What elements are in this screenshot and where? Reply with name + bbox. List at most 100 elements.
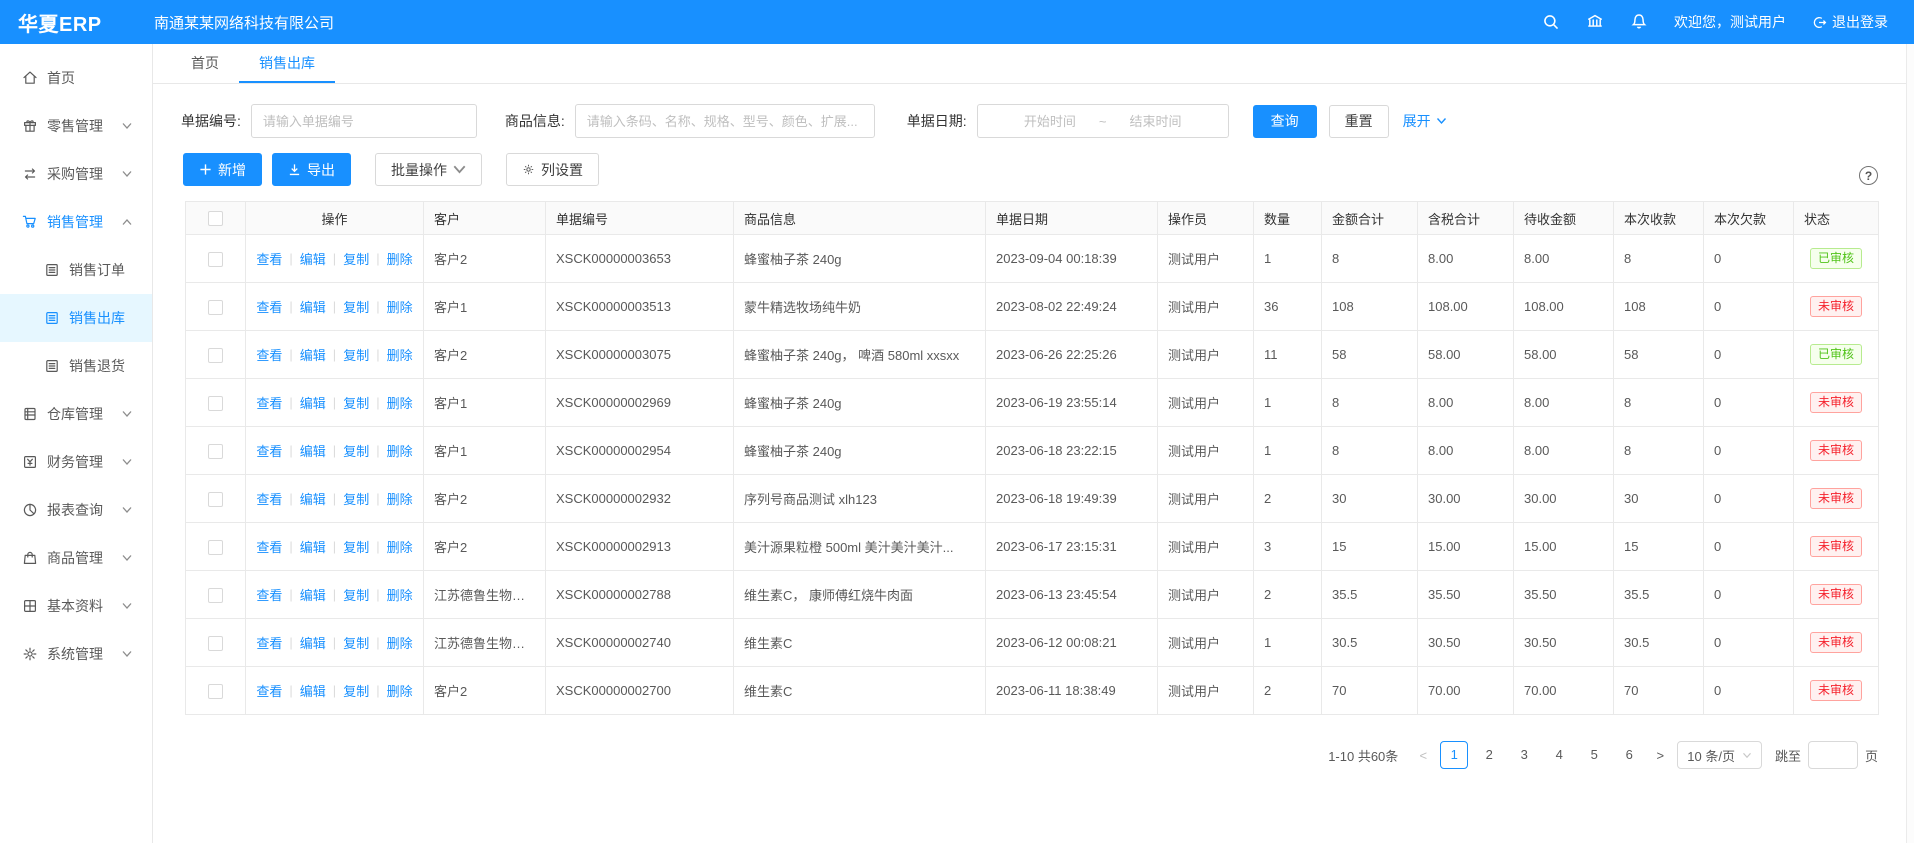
page-button-2[interactable]: 2: [1475, 741, 1503, 769]
view-link[interactable]: 查看: [256, 537, 282, 556]
copy-link[interactable]: 复制: [343, 249, 369, 268]
edit-link[interactable]: 编辑: [300, 489, 326, 508]
bill-no-input[interactable]: [251, 104, 477, 138]
jump-page-input[interactable]: [1808, 741, 1858, 769]
tab-sales-outbound[interactable]: 销售出库: [239, 44, 335, 83]
page-size-select[interactable]: 10 条/页: [1677, 741, 1762, 769]
batch-actions-button[interactable]: 批量操作: [375, 153, 482, 186]
product-info-input[interactable]: [575, 104, 875, 138]
page-button-5[interactable]: 5: [1580, 741, 1608, 769]
help-icon[interactable]: ?: [1859, 166, 1878, 185]
page-button-6[interactable]: 6: [1615, 741, 1643, 769]
add-button[interactable]: 新增: [183, 153, 262, 186]
sidebar-item-purchase-management[interactable]: 采购管理: [0, 150, 152, 198]
edit-link[interactable]: 编辑: [300, 633, 326, 652]
row-checkbox[interactable]: [208, 396, 223, 411]
row-checkbox[interactable]: [208, 540, 223, 555]
delete-link[interactable]: 删除: [387, 249, 413, 268]
edit-link[interactable]: 编辑: [300, 585, 326, 604]
sidebar-item-retail-management[interactable]: 零售管理: [0, 102, 152, 150]
sidebar-item-home[interactable]: 首页: [0, 54, 152, 102]
table-row: 查看|编辑|复制|删除江苏德鲁生物科...XSCK00000002740维生素C…: [186, 619, 1879, 667]
bell-icon[interactable]: [1630, 13, 1648, 31]
edit-link[interactable]: 编辑: [300, 249, 326, 268]
page-button-3[interactable]: 3: [1510, 741, 1538, 769]
view-link[interactable]: 查看: [256, 297, 282, 316]
delete-link[interactable]: 删除: [387, 633, 413, 652]
export-button[interactable]: 导出: [272, 153, 351, 186]
edit-link[interactable]: 编辑: [300, 537, 326, 556]
page-button-4[interactable]: 4: [1545, 741, 1573, 769]
search-button[interactable]: 查询: [1253, 105, 1317, 138]
page-button-1[interactable]: 1: [1440, 741, 1468, 769]
row-checkbox[interactable]: [208, 300, 223, 315]
delete-link[interactable]: 删除: [387, 489, 413, 508]
bill-date-range[interactable]: ~: [977, 104, 1229, 138]
delete-link[interactable]: 删除: [387, 585, 413, 604]
cell-bill-no: XSCK00000002913: [546, 523, 734, 571]
tab-home[interactable]: 首页: [171, 44, 239, 83]
view-link[interactable]: 查看: [256, 633, 282, 652]
copy-link[interactable]: 复制: [343, 345, 369, 364]
date-end-input[interactable]: [1120, 114, 1190, 129]
delete-link[interactable]: 删除: [387, 537, 413, 556]
search-icon[interactable]: [1542, 13, 1560, 31]
cell-customer: 客户1: [424, 283, 546, 331]
expand-link[interactable]: 展开: [1403, 111, 1447, 131]
column-settings-button[interactable]: 列设置: [506, 153, 599, 186]
sidebar-item-goods-management[interactable]: 商品管理: [0, 534, 152, 582]
reset-button[interactable]: 重置: [1329, 105, 1389, 138]
sidebar-item-basic-data[interactable]: 基本资料: [0, 582, 152, 630]
view-link[interactable]: 查看: [256, 249, 282, 268]
view-link[interactable]: 查看: [256, 681, 282, 700]
copy-link[interactable]: 复制: [343, 633, 369, 652]
copy-link[interactable]: 复制: [343, 441, 369, 460]
sidebar-item-report-query[interactable]: 报表查询: [0, 486, 152, 534]
edit-link[interactable]: 编辑: [300, 681, 326, 700]
delete-link[interactable]: 删除: [387, 441, 413, 460]
row-checkbox[interactable]: [208, 636, 223, 651]
edit-link[interactable]: 编辑: [300, 393, 326, 412]
row-checkbox[interactable]: [208, 252, 223, 267]
view-link[interactable]: 查看: [256, 489, 282, 508]
select-all-checkbox[interactable]: [208, 211, 223, 226]
view-link[interactable]: 查看: [256, 393, 282, 412]
view-link[interactable]: 查看: [256, 345, 282, 364]
copy-link[interactable]: 复制: [343, 585, 369, 604]
delete-link[interactable]: 删除: [387, 681, 413, 700]
copy-link[interactable]: 复制: [343, 393, 369, 412]
sidebar-item-sales-outbound[interactable]: 销售出库: [0, 294, 152, 342]
row-checkbox[interactable]: [208, 348, 223, 363]
view-link[interactable]: 查看: [256, 585, 282, 604]
row-checkbox[interactable]: [208, 492, 223, 507]
table-row: 查看|编辑|复制|删除客户2XSCK00000003075蜂蜜柚子茶 240g，…: [186, 331, 1879, 379]
edit-link[interactable]: 编辑: [300, 297, 326, 316]
delete-link[interactable]: 删除: [387, 297, 413, 316]
row-checkbox[interactable]: [208, 444, 223, 459]
edit-link[interactable]: 编辑: [300, 345, 326, 364]
copy-link[interactable]: 复制: [343, 537, 369, 556]
view-link[interactable]: 查看: [256, 441, 282, 460]
sidebar-item-warehouse-management[interactable]: 仓库管理: [0, 390, 152, 438]
logout-button[interactable]: 退出登录: [1812, 12, 1888, 32]
sidebar-item-finance-management[interactable]: 财务管理: [0, 438, 152, 486]
next-page-button[interactable]: >: [1650, 748, 1670, 763]
copy-link[interactable]: 复制: [343, 297, 369, 316]
sidebar-item-label: 销售订单: [69, 260, 125, 280]
delete-link[interactable]: 删除: [387, 393, 413, 412]
scrollbar[interactable]: [1906, 44, 1914, 843]
copy-link[interactable]: 复制: [343, 681, 369, 700]
sidebar-item-system-management[interactable]: 系统管理: [0, 630, 152, 678]
sidebar-item-sales-order[interactable]: 销售订单: [0, 246, 152, 294]
row-checkbox[interactable]: [208, 588, 223, 603]
sidebar-item-sales-management[interactable]: 销售管理: [0, 198, 152, 246]
copy-link[interactable]: 复制: [343, 489, 369, 508]
date-start-input[interactable]: [1015, 114, 1085, 129]
delete-link[interactable]: 删除: [387, 345, 413, 364]
organization-icon[interactable]: [1586, 13, 1604, 31]
edit-link[interactable]: 编辑: [300, 441, 326, 460]
report-icon: [22, 502, 38, 518]
row-checkbox[interactable]: [208, 684, 223, 699]
sidebar-item-sales-return[interactable]: 销售退货: [0, 342, 152, 390]
prev-page-button[interactable]: <: [1413, 748, 1433, 763]
